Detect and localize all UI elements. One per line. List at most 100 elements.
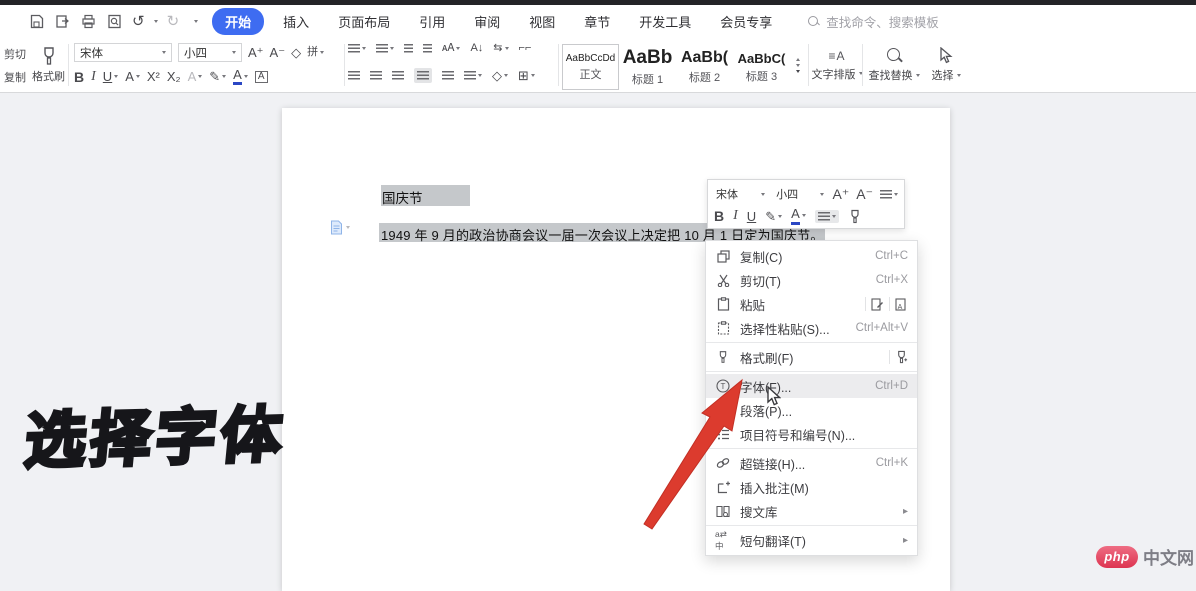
mini-shrink-font-button[interactable]: A⁻ — [856, 187, 873, 201]
numbering-button[interactable] — [376, 44, 394, 53]
redo-icon[interactable]: ↻ — [167, 14, 180, 29]
menu-item-paste-special[interactable]: 选择性粘贴(S)... Ctrl+Alt+V — [706, 316, 917, 340]
undo-icon[interactable]: ↺ — [132, 14, 145, 29]
strikethrough-button[interactable]: A — [125, 70, 140, 83]
save-icon[interactable] — [28, 13, 45, 30]
format-painter-icon — [40, 46, 58, 66]
video-top-edge — [0, 0, 1196, 5]
italic-button[interactable]: I — [91, 70, 96, 84]
font-family-combo[interactable]: 宋体 — [74, 43, 172, 62]
tab-insert[interactable]: 插入 — [273, 8, 319, 35]
shading-button[interactable]: ◇ — [492, 69, 508, 82]
find-replace-button[interactable]: 查找替换 — [866, 38, 922, 92]
ribbon-tabs: 开始 插入 页面布局 引用 审阅 视图 章节 开发工具 会员专享 — [212, 8, 782, 35]
mini-format-painter-icon[interactable] — [848, 209, 862, 224]
watermark: php 中文网 — [1096, 544, 1194, 569]
mini-line-spacing-button[interactable] — [880, 190, 898, 199]
decrease-indent-button[interactable] — [404, 44, 413, 53]
mini-font-family-combo[interactable]: 宋体 — [714, 186, 767, 202]
copy-button[interactable]: 复制 — [4, 69, 26, 85]
highlighter-icon: ✎ — [765, 210, 776, 223]
style-heading1[interactable]: AaBb 标题 1 — [619, 44, 676, 90]
tab-section[interactable]: 章节 — [574, 8, 620, 35]
chevron-down-icon — [222, 75, 226, 78]
tab-home[interactable]: 开始 — [212, 8, 264, 35]
font-size-combo[interactable]: 小四 — [178, 43, 242, 62]
format-painter-button[interactable]: 格式刷 — [32, 38, 65, 92]
character-border-button[interactable]: A — [255, 71, 268, 83]
menu-item-paste[interactable]: 粘贴 A — [706, 292, 917, 316]
align-center-button[interactable] — [370, 71, 382, 80]
style-heading2[interactable]: AaBb( 标题 2 — [676, 44, 733, 90]
document-title-text[interactable]: 国庆节 — [382, 187, 423, 207]
select-button[interactable]: 选择 — [924, 38, 968, 92]
undo-dropdown-caret[interactable] — [154, 20, 158, 23]
command-search[interactable]: 查找命令、搜索模板 — [808, 12, 939, 31]
mini-bold-button[interactable]: B — [714, 209, 724, 223]
justify-button[interactable] — [414, 68, 432, 83]
phonetic-guide-button[interactable]: 拼 — [307, 47, 324, 58]
styles-spinner[interactable] — [796, 58, 800, 73]
align-left-button[interactable] — [348, 71, 360, 80]
sort-button[interactable]: A↓ — [470, 43, 483, 54]
tab-membership[interactable]: 会员专享 — [710, 8, 782, 35]
ruler-button[interactable]: ⌐⌐ — [519, 43, 532, 54]
text-layout-button[interactable]: ≡A 文字排版 — [812, 38, 862, 92]
paste-text-only-icon[interactable]: A — [895, 298, 908, 311]
line-spacing-button[interactable] — [464, 71, 482, 80]
superscript-button[interactable]: X² — [147, 70, 160, 83]
mini-justify-button[interactable] — [815, 210, 839, 223]
tab-review[interactable]: 审阅 — [464, 8, 510, 35]
subscript-button[interactable]: X₂ — [167, 70, 181, 83]
format-painter-icon — [715, 350, 731, 364]
format-painter-pick-icon[interactable] — [895, 350, 908, 364]
grow-font-button[interactable]: A⁺ — [248, 46, 264, 59]
output-icon[interactable] — [54, 13, 71, 30]
font-size-value: 小四 — [184, 45, 207, 61]
menu-item-shortcut: Ctrl+X — [876, 274, 908, 286]
menu-item-copy[interactable]: 复制(C) Ctrl+C — [706, 244, 917, 268]
mini-grow-font-button[interactable]: A⁺ — [833, 187, 850, 201]
style-normal[interactable]: AaBbCcDd 正文 — [562, 44, 619, 90]
style-heading3[interactable]: AaBbC( 标题 3 — [733, 44, 790, 90]
distribute-button[interactable] — [442, 71, 454, 80]
styles-up-caret[interactable] — [796, 58, 800, 61]
mini-italic-button[interactable]: I — [733, 209, 738, 223]
shrink-font-button[interactable]: A⁻ — [270, 46, 286, 59]
customize-toolbar-caret[interactable] — [194, 20, 198, 23]
tab-references[interactable]: 引用 — [409, 8, 455, 35]
increase-indent-button[interactable] — [423, 44, 432, 53]
mini-highlight-button[interactable]: ✎ — [765, 210, 782, 223]
text-direction-button[interactable]: 🗚 — [442, 43, 460, 54]
mini-underline-button[interactable]: U — [747, 210, 756, 223]
wrap-button[interactable]: ⇆ — [493, 43, 508, 54]
cut-button[interactable]: 剪切 — [4, 46, 26, 62]
svg-text:A: A — [898, 304, 903, 311]
align-right-button[interactable] — [392, 71, 404, 80]
bullets-button[interactable] — [348, 44, 366, 53]
print-icon[interactable] — [80, 13, 97, 30]
tab-page-layout[interactable]: 页面布局 — [328, 8, 400, 35]
search-icon — [808, 16, 820, 28]
menu-item-format-painter[interactable]: 格式刷(F) — [706, 345, 917, 369]
print-preview-icon[interactable] — [106, 13, 123, 30]
mini-font-color-button[interactable]: A — [791, 207, 806, 224]
styles-down-caret[interactable] — [796, 64, 800, 67]
paste-options-button[interactable] — [330, 220, 350, 235]
underline-button[interactable]: U — [103, 70, 118, 83]
mini-font-family-value: 宋体 — [716, 186, 738, 202]
chevron-down-icon — [761, 193, 765, 196]
paste-keep-format-icon[interactable] — [871, 298, 884, 311]
styles-more-caret[interactable] — [796, 70, 800, 73]
menu-item-cut[interactable]: 剪切(T) Ctrl+X — [706, 268, 917, 292]
font-color-button[interactable]: A — [233, 68, 248, 85]
mini-font-size-combo[interactable]: 小四 — [774, 186, 825, 202]
borders-button[interactable]: ⊞ — [518, 69, 535, 82]
tab-view[interactable]: 视图 — [519, 8, 565, 35]
highlight-button[interactable]: ✎ — [209, 70, 226, 83]
line-spacing-icon — [464, 71, 476, 80]
bold-button[interactable]: B — [74, 70, 84, 84]
text-effects-button[interactable]: A — [188, 70, 203, 83]
tab-developer[interactable]: 开发工具 — [629, 8, 701, 35]
clear-format-icon[interactable]: ◇ — [291, 46, 301, 59]
